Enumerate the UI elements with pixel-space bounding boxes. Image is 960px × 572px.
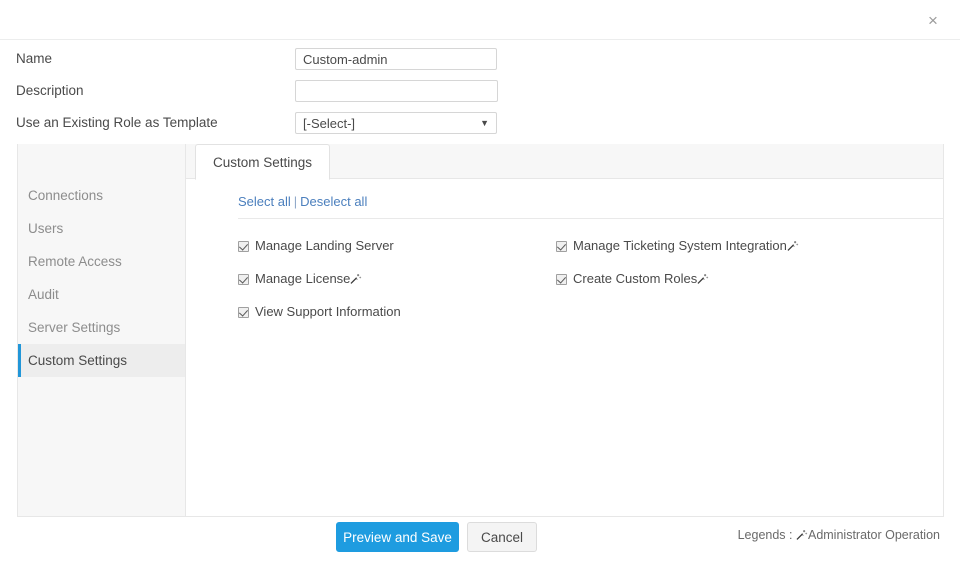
checkbox-checked-icon[interactable] xyxy=(238,307,249,318)
form-row-description: Description xyxy=(0,80,960,108)
permission-label: Manage Ticketing System Integration xyxy=(573,238,787,253)
sidebar-item-connections[interactable]: Connections xyxy=(18,179,185,212)
legend-text: Administrator Operation xyxy=(808,528,940,542)
template-label: Use an Existing Role as Template xyxy=(16,115,218,130)
form-row-template: Use an Existing Role as Template [-Selec… xyxy=(0,112,960,140)
sidebar-item-users[interactable]: Users xyxy=(18,212,185,245)
description-input[interactable] xyxy=(295,80,498,102)
sidebar-item-server-settings[interactable]: Server Settings xyxy=(18,311,185,344)
content-divider xyxy=(238,218,943,219)
checkbox-checked-icon[interactable] xyxy=(238,241,249,252)
permission-manage-ticketing-system-integration[interactable]: Manage Ticketing System Integration xyxy=(556,238,799,253)
form-row-name: Name xyxy=(0,48,960,76)
permission-label: Manage License xyxy=(255,271,350,286)
magic-wand-icon xyxy=(787,240,799,252)
links-separator: | xyxy=(291,194,300,209)
permission-view-support-information[interactable]: View Support Information xyxy=(238,304,401,319)
permission-label: Manage Landing Server xyxy=(255,238,394,253)
checkbox-checked-icon[interactable] xyxy=(556,274,567,285)
magic-wand-icon xyxy=(796,529,808,541)
legend: Legends : Administrator Operation xyxy=(738,528,940,542)
permission-create-custom-roles[interactable]: Create Custom Roles xyxy=(556,271,709,286)
sidebar-item-custom-settings[interactable]: Custom Settings xyxy=(18,344,185,377)
tab-custom-settings[interactable]: Custom Settings xyxy=(195,144,330,180)
sidebar-item-remote-access[interactable]: Remote Access xyxy=(18,245,185,278)
magic-wand-icon xyxy=(697,273,709,285)
permission-label: Create Custom Roles xyxy=(573,271,697,286)
dialog-header: × xyxy=(0,0,960,40)
permission-manage-license[interactable]: Manage License xyxy=(238,271,362,286)
select-links: Select all|Deselect all xyxy=(238,194,367,209)
preview-and-save-button[interactable]: Preview and Save xyxy=(336,522,459,552)
magic-wand-icon xyxy=(350,273,362,285)
name-label: Name xyxy=(16,51,52,66)
role-form: Name Description Use an Existing Role as… xyxy=(0,48,960,140)
panel-sidebar: Connections Users Remote Access Audit Se… xyxy=(18,144,186,516)
dialog-footer: Preview and Save Cancel Legends : Admini… xyxy=(0,522,960,562)
checkbox-checked-icon[interactable] xyxy=(238,274,249,285)
permission-manage-landing-server[interactable]: Manage Landing Server xyxy=(238,238,394,253)
chevron-down-icon: ▼ xyxy=(480,117,489,129)
sidebar-item-audit[interactable]: Audit xyxy=(18,278,185,311)
checkbox-checked-icon[interactable] xyxy=(556,241,567,252)
settings-panel: Custom Settings Connections Users Remote… xyxy=(17,144,944,517)
select-all-link[interactable]: Select all xyxy=(238,194,291,209)
close-icon[interactable]: × xyxy=(924,12,942,30)
description-label: Description xyxy=(16,83,84,98)
cancel-button[interactable]: Cancel xyxy=(467,522,537,552)
template-select-value: [-Select-] xyxy=(303,116,355,131)
panel-content: Select all|Deselect all Manage Landing S… xyxy=(186,180,943,516)
template-select[interactable]: [-Select-] ▼ xyxy=(295,112,497,134)
name-input[interactable] xyxy=(295,48,497,70)
legend-prefix: Legends : xyxy=(738,528,796,542)
permission-label: View Support Information xyxy=(255,304,401,319)
deselect-all-link[interactable]: Deselect all xyxy=(300,194,367,209)
